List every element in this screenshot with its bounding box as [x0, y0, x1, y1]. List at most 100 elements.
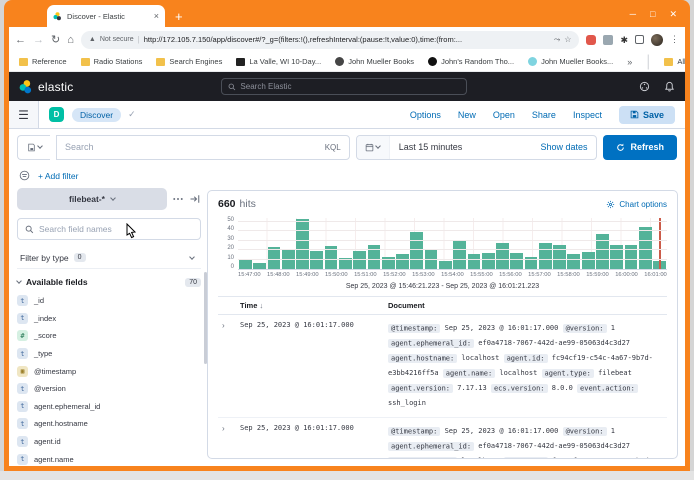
field-item[interactable]: tagent.ephemeral_id: [17, 398, 201, 416]
tab-close-icon[interactable]: ×: [154, 11, 159, 21]
share-icon[interactable]: ⤳: [554, 35, 560, 45]
histogram-bar[interactable]: [482, 253, 495, 269]
field-item[interactable]: t_index: [17, 310, 201, 328]
kql-search-input[interactable]: Search KQL: [56, 135, 350, 160]
filter-bar: + Add filter: [9, 165, 685, 186]
available-fields-header[interactable]: Available fields 70: [17, 277, 201, 287]
top-nav-link-options[interactable]: Options: [410, 110, 441, 120]
field-item[interactable]: tagent.hostname: [17, 415, 201, 433]
breadcrumb[interactable]: Discover: [72, 108, 121, 122]
space-avatar[interactable]: D: [49, 107, 64, 122]
field-item[interactable]: t_id: [17, 292, 201, 310]
bookmark-item[interactable]: John Mueller Books...: [528, 57, 613, 66]
reload-icon[interactable]: ↻: [51, 33, 60, 46]
extension-pin-icon[interactable]: ✱: [620, 35, 628, 45]
back-icon[interactable]: ←: [15, 34, 26, 46]
url-text[interactable]: http://172.105.7.150/app/discover#/?_g=(…: [144, 35, 550, 44]
help-icon[interactable]: [639, 81, 650, 92]
x-tick-label: 15:53:00: [412, 272, 435, 278]
expand-row-icon[interactable]: ›: [218, 321, 240, 411]
browser-menu-icon[interactable]: ⋮: [670, 34, 679, 45]
histogram-bar[interactable]: [396, 254, 409, 269]
histogram-bar[interactable]: [353, 251, 366, 269]
bookmark-item[interactable]: John Mueller Books: [335, 57, 414, 66]
bookmark-item[interactable]: John's Random Tho...: [428, 57, 514, 66]
collapse-sidebar-icon[interactable]: [189, 193, 201, 205]
address-bar[interactable]: ▲ Not secure | http://172.105.7.150/app/…: [81, 31, 580, 49]
minimize-button[interactable]: ─: [630, 9, 636, 20]
maximize-button[interactable]: □: [650, 9, 655, 20]
histogram-bar[interactable]: [425, 250, 438, 269]
top-nav-link-share[interactable]: Share: [532, 110, 556, 120]
histogram-bar[interactable]: [296, 219, 309, 269]
kql-language-button[interactable]: KQL: [325, 143, 341, 152]
close-button[interactable]: ✕: [669, 9, 677, 20]
alerts-bell-icon[interactable]: [664, 81, 675, 92]
bookmark-item[interactable]: La Valle, WI 10-Day...: [236, 57, 321, 66]
histogram-bar[interactable]: [582, 252, 595, 269]
index-pattern-selector[interactable]: filebeat-*: [17, 188, 167, 210]
saved-query-menu-button[interactable]: [17, 135, 50, 160]
bookmark-item[interactable]: Radio Stations: [81, 57, 143, 66]
plot-area[interactable]: [238, 218, 667, 270]
refresh-button[interactable]: Refresh: [603, 135, 677, 160]
extension-shield-icon[interactable]: [586, 35, 596, 45]
hits-histogram[interactable]: 01020304050 15:47:0015:48:0015:49:0015:5…: [218, 218, 667, 290]
time-range-value[interactable]: Last 15 minutes: [390, 142, 541, 152]
histogram-bar[interactable]: [282, 250, 295, 269]
extension-photo-icon[interactable]: [603, 35, 613, 45]
field-item[interactable]: tagent.name: [17, 450, 201, 466]
y-tick-label: 40: [227, 226, 234, 232]
top-nav-link-new[interactable]: New: [458, 110, 476, 120]
chart-options-button[interactable]: Chart options: [606, 200, 667, 209]
global-search-input[interactable]: Search Elastic: [221, 78, 467, 95]
filter-menu-icon[interactable]: [19, 170, 30, 181]
bookmark-star-icon[interactable]: ☆: [564, 35, 571, 44]
save-button[interactable]: Save: [619, 106, 675, 124]
field-item[interactable]: #_score: [17, 327, 201, 345]
histogram-bar[interactable]: [539, 243, 552, 269]
histogram-bar[interactable]: [468, 254, 481, 269]
histogram-bar[interactable]: [239, 259, 252, 269]
x-tick-label: 15:54:00: [441, 272, 464, 278]
not-secure-label[interactable]: Not secure: [100, 36, 134, 43]
expand-row-icon[interactable]: ›: [218, 424, 240, 458]
top-nav-link-inspect[interactable]: Inspect: [573, 110, 602, 120]
histogram-bar[interactable]: [253, 263, 266, 269]
bookmark-item[interactable]: Reference: [19, 57, 67, 66]
top-nav-link-open[interactable]: Open: [493, 110, 515, 120]
histogram-bar[interactable]: [439, 261, 452, 269]
nav-menu-icon[interactable]: ☰: [9, 101, 39, 128]
doc-field-badge: ecs.version:: [491, 384, 548, 393]
histogram-bar[interactable]: [567, 254, 580, 269]
histogram-bar[interactable]: [410, 232, 423, 269]
field-item[interactable]: tagent.id: [17, 433, 201, 451]
bookmarks-overflow-icon[interactable]: »: [627, 57, 632, 67]
browser-tab[interactable]: Discover - Elastic ×: [47, 5, 165, 27]
sidebar-scrollbar[interactable]: [204, 272, 207, 364]
document-column-header[interactable]: Document: [388, 301, 425, 310]
filter-by-type-select[interactable]: Filter by type 0: [17, 247, 201, 269]
field-name: agent.ephemeral_id: [34, 402, 100, 411]
histogram-bar[interactable]: [510, 253, 523, 269]
field-item[interactable]: ▦@timestamp: [17, 362, 201, 380]
histogram-bar[interactable]: [310, 251, 323, 269]
show-dates-link[interactable]: Show dates: [540, 142, 596, 152]
index-options-icon[interactable]: [172, 193, 184, 205]
forward-icon[interactable]: →: [33, 34, 44, 46]
new-tab-button[interactable]: +: [175, 9, 183, 24]
profile-avatar[interactable]: [651, 34, 663, 46]
bookmark-item[interactable]: Search Engines: [156, 57, 222, 66]
histogram-bar[interactable]: [453, 241, 466, 269]
time-column-header[interactable]: Time ↓: [240, 301, 388, 310]
field-item[interactable]: t@version: [17, 380, 201, 398]
histogram-bar[interactable]: [496, 243, 509, 269]
elastic-logo[interactable]: elastic: [19, 80, 73, 94]
field-item[interactable]: t_type: [17, 345, 201, 363]
all-bookmarks-folder[interactable]: All Bookmarks: [664, 57, 685, 66]
side-panel-icon[interactable]: [635, 35, 644, 44]
date-quick-menu-button[interactable]: [357, 136, 390, 159]
home-icon[interactable]: ⌂: [67, 34, 74, 46]
add-filter-link[interactable]: + Add filter: [38, 171, 78, 181]
search-field-names-input[interactable]: Search field names: [17, 218, 201, 240]
